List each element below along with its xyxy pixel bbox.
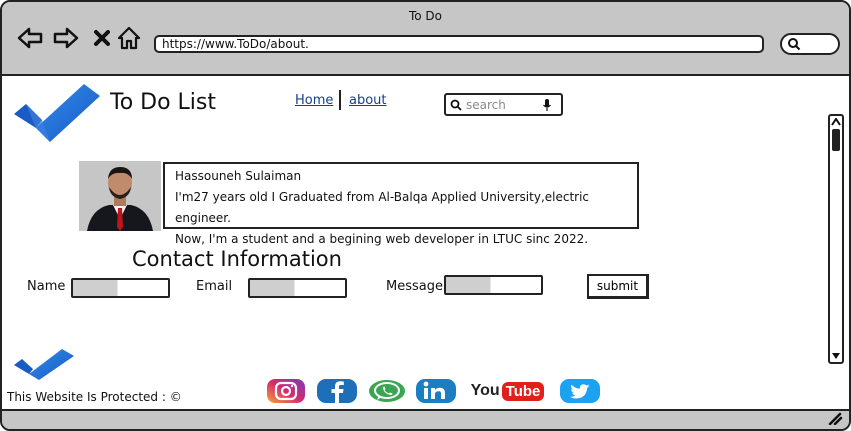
browser-window: To Do https://www.ToDo/about. To Do List [0, 0, 851, 431]
profile-bio-line-1: I'm27 years old I Graduated from Al-Balq… [175, 190, 590, 225]
scroll-down-arrow-icon[interactable] [830, 350, 842, 362]
footer-copyright: This Website Is Protected : © [7, 390, 182, 404]
back-icon[interactable] [16, 24, 44, 52]
address-bar[interactable]: https://www.ToDo/about. [154, 35, 764, 53]
linkedin-icon[interactable] [415, 377, 457, 405]
instagram-icon[interactable] [266, 377, 306, 405]
nav-divider [339, 90, 341, 110]
search-icon [788, 38, 801, 51]
close-icon[interactable] [88, 24, 116, 52]
home-icon[interactable] [115, 24, 143, 52]
twitter-icon[interactable] [559, 377, 601, 405]
youtube-icon[interactable]: You Tube [465, 377, 550, 405]
name-label: Name [27, 279, 66, 294]
whatsapp-icon[interactable] [367, 377, 407, 405]
email-label: Email [196, 279, 233, 294]
vertical-scrollbar[interactable] [828, 114, 844, 364]
microphone-icon[interactable] [542, 98, 552, 112]
name-input[interactable] [71, 278, 170, 298]
browser-toolbar: To Do https://www.ToDo/about. [2, 2, 849, 76]
submit-button[interactable]: submit [587, 274, 649, 299]
footer-logo [12, 347, 76, 385]
window-title: To Do [408, 9, 443, 23]
browser-status-bar [2, 409, 849, 429]
youtube-tube-text: Tube [501, 381, 545, 401]
profile-photo [79, 161, 161, 231]
todo-logo [12, 82, 104, 148]
profile-name: Hassouneh Sulaiman [175, 169, 302, 183]
resize-grip-icon[interactable] [827, 410, 843, 429]
profile-bio: Hassouneh Sulaiman I'm27 years old I Gra… [163, 162, 639, 246]
contact-heading: Contact Information [132, 247, 342, 271]
youtube-you-text: You [470, 382, 500, 399]
nav-link-home[interactable]: Home [295, 93, 333, 108]
message-label: Message [386, 279, 443, 294]
site-search-box [444, 93, 563, 116]
facebook-icon[interactable] [316, 377, 358, 405]
message-input[interactable] [444, 275, 543, 295]
email-input[interactable] [248, 278, 347, 298]
scrollbar-thumb[interactable] [832, 129, 840, 151]
browser-search-button[interactable] [780, 33, 840, 55]
scroll-up-arrow-icon[interactable] [830, 116, 842, 128]
search-icon [450, 99, 462, 111]
site-title: To Do List [110, 90, 217, 115]
nav-link-about[interactable]: about [349, 93, 387, 108]
site-search-input[interactable] [466, 97, 542, 112]
forward-icon[interactable] [52, 24, 80, 52]
